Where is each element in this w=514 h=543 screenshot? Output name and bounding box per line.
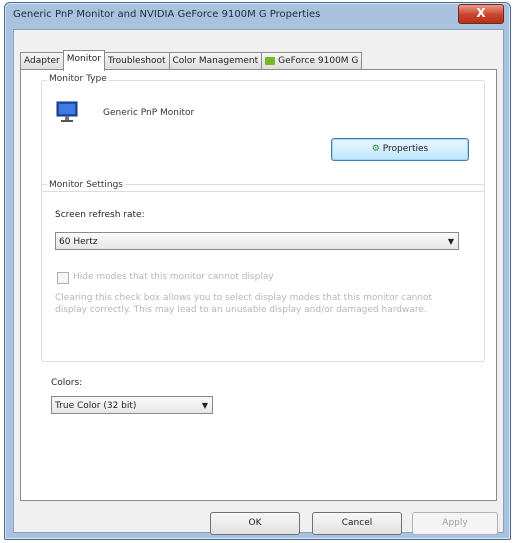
- hide-modes-checkbox[interactable]: [57, 272, 69, 284]
- shield-icon: ⚙: [371, 144, 380, 154]
- apply-button[interactable]: Apply: [412, 512, 498, 535]
- tab-geforce[interactable]: GeForce 9100M G: [261, 52, 363, 70]
- chevron-down-icon: ▼: [201, 401, 208, 410]
- colors-label: Colors:: [51, 378, 83, 388]
- cancel-button[interactable]: Cancel: [312, 512, 402, 535]
- hide-modes-label: Hide modes that this monitor cannot disp…: [73, 272, 274, 282]
- dialog-client: Adapter Monitor Troubleshoot Color Manag…: [13, 29, 504, 535]
- monitor-type-heading: Monitor Type: [47, 74, 109, 84]
- monitor-settings-heading: Monitor Settings: [47, 180, 125, 190]
- window-title: Generic PnP Monitor and NVIDIA GeForce 9…: [13, 9, 321, 20]
- title-bar[interactable]: Generic PnP Monitor and NVIDIA GeForce 9…: [5, 3, 510, 27]
- ok-button[interactable]: OK: [210, 512, 300, 535]
- colors-value: True Color (32 bit): [55, 401, 137, 411]
- tab-color-management[interactable]: Color Management: [168, 52, 263, 70]
- properties-button-label: Properties: [382, 144, 429, 154]
- tab-adapter[interactable]: Adapter: [20, 52, 64, 70]
- refresh-rate-select[interactable]: 60 Hertz ▼: [55, 232, 459, 250]
- colors-select[interactable]: True Color (32 bit) ▼: [51, 396, 213, 414]
- monitor-icon: [56, 101, 78, 122]
- monitor-name: Generic PnP Monitor: [103, 108, 195, 118]
- refresh-rate-value: 60 Hertz: [59, 237, 98, 247]
- refresh-rate-label: Screen refresh rate:: [55, 210, 145, 220]
- tab-troubleshoot[interactable]: Troubleshoot: [103, 52, 170, 70]
- tab-strip: Adapter Monitor Troubleshoot Color Manag…: [20, 50, 363, 71]
- tab-monitor[interactable]: Monitor: [62, 50, 105, 71]
- tab-geforce-label: GeForce 9100M G: [278, 56, 359, 66]
- chevron-down-icon: ▼: [447, 237, 454, 246]
- properties-button[interactable]: ⚙ Properties: [331, 138, 469, 161]
- properties-window: Generic PnP Monitor and NVIDIA GeForce 9…: [4, 2, 511, 540]
- monitor-type-group: [41, 80, 485, 192]
- nvidia-icon: [265, 56, 276, 65]
- hide-modes-description: Clearing this check box allows you to se…: [55, 293, 433, 315]
- monitor-tab-panel: Monitor Type Generic PnP Monitor ⚙ Prope…: [20, 69, 497, 501]
- close-button[interactable]: X: [458, 4, 504, 24]
